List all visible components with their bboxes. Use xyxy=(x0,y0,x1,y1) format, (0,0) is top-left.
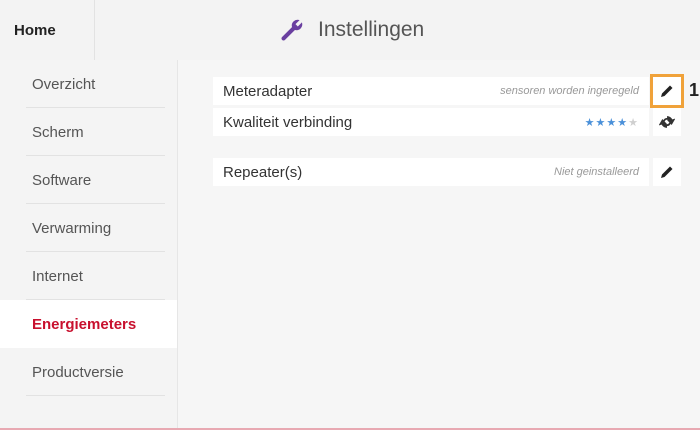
star-icon: ★★★★ xyxy=(584,116,629,129)
repeater-row: Repeater(s) Niet geinstalleerd xyxy=(213,158,649,186)
sidebar-item-verwarming[interactable]: Verwarming xyxy=(0,204,177,252)
sidebar-item-energiemeters[interactable]: Energiemeters xyxy=(0,300,177,348)
sidebar-item-label: Internet xyxy=(32,267,83,285)
meteradapter-row: Meteradapter sensoren worden ingeregeld xyxy=(213,77,649,105)
sidebar-item-productversie[interactable]: Productversie xyxy=(0,348,177,396)
sidebar-item-label: Software xyxy=(32,171,92,189)
sidebar-item-scherm[interactable]: Scherm xyxy=(0,108,177,156)
pencil-icon xyxy=(661,85,673,97)
sidebar-item-label: Energiemeters xyxy=(32,315,137,333)
pencil-icon xyxy=(661,166,673,178)
refresh-button[interactable] xyxy=(653,108,681,136)
sidebar-item-label: Overzicht xyxy=(32,75,96,93)
sidebar-item-internet[interactable]: Internet xyxy=(0,252,177,300)
sidebar-item-software[interactable]: Software xyxy=(0,156,177,204)
sidebar-item-overzicht[interactable]: Overzicht xyxy=(0,60,177,108)
wrench-icon xyxy=(281,19,303,41)
sidebar-item-label: Productversie xyxy=(32,363,124,381)
page-title-label: Instellingen xyxy=(318,18,425,41)
row-status: Niet geinstalleerd xyxy=(554,166,639,178)
bottom-border xyxy=(0,428,700,430)
refresh-icon xyxy=(659,116,675,128)
row-status: sensoren worden ingeregeld xyxy=(500,85,639,97)
home-label: Home xyxy=(14,21,56,39)
home-tab[interactable]: Home xyxy=(0,0,95,60)
row-name: Meteradapter xyxy=(223,82,313,100)
star-icon: ★ xyxy=(628,116,639,129)
edit-meteradapter-button[interactable] xyxy=(650,74,684,108)
settings-panel: Meteradapter sensoren worden ingeregeld … xyxy=(178,60,700,428)
row-name: Repeater(s) xyxy=(223,163,303,181)
callout-marker: 1 xyxy=(689,80,700,100)
page-title: Instellingen xyxy=(278,0,424,60)
row-name: Kwaliteit verbinding xyxy=(223,113,353,131)
kwaliteit-row: Kwaliteit verbinding ★★★★★ xyxy=(213,108,649,136)
sidebar: Overzicht Scherm Software Verwarming Int… xyxy=(0,60,178,428)
sidebar-item-label: Scherm xyxy=(32,123,84,141)
sidebar-item-label: Verwarming xyxy=(32,219,112,237)
edit-repeater-button[interactable] xyxy=(653,158,681,186)
quality-stars: ★★★★★ xyxy=(585,116,639,129)
